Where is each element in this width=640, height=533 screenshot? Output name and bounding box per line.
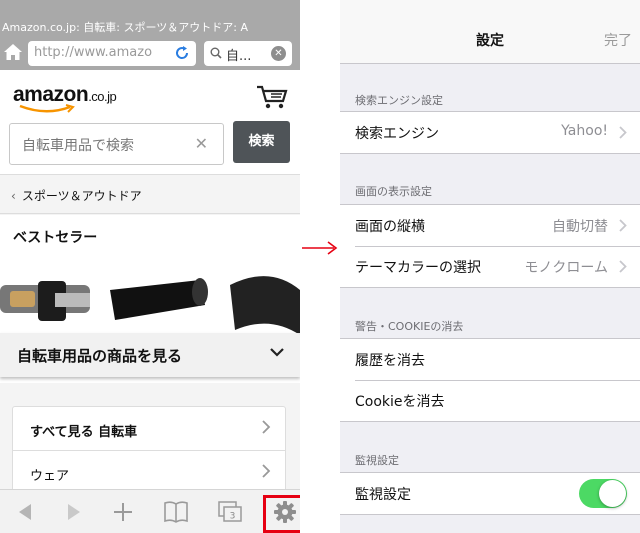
chevron-right-icon xyxy=(619,126,627,139)
gear-highlight-box xyxy=(263,495,300,533)
search-input[interactable]: 自... ✕ xyxy=(204,41,292,66)
breadcrumb[interactable]: ‹ スポーツ＆アウトドア xyxy=(0,174,300,214)
amazon-search-button[interactable]: 検索 xyxy=(233,121,290,163)
chevron-down-icon xyxy=(270,348,284,357)
page-title: Amazon.co.jp: 自転車: スポーツ＆アウトドア: A xyxy=(0,0,300,38)
bookmarks-icon[interactable] xyxy=(162,498,190,526)
settings-row-theme-color[interactable]: テーマカラーの選択 モノクローム xyxy=(340,246,640,287)
url-bar: http://www.amazo 自... ✕ xyxy=(0,38,300,70)
section-header: 画面の表示設定 xyxy=(355,185,432,198)
amazon-smile-icon xyxy=(19,104,75,113)
row-label: 画面の縦横 xyxy=(355,219,425,235)
cart-icon[interactable] xyxy=(256,84,288,110)
search-icon xyxy=(210,47,222,59)
settings-navbar: 設定 完了 xyxy=(340,0,640,64)
list-item-label: すべて見る 自転車 xyxy=(30,425,138,440)
settings-row-search-engine[interactable]: 検索エンジン Yahoo! xyxy=(340,112,640,153)
amazon-search: 自転車用品で検索 ✕ 検索 xyxy=(0,120,300,174)
chevron-right-icon xyxy=(619,260,627,273)
clear-icon[interactable]: ✕ xyxy=(195,134,208,153)
browser-screen: Amazon.co.jp: 自転車: スポーツ＆アウトドア: A http://… xyxy=(0,0,300,533)
chevron-left-icon: ‹ xyxy=(11,189,16,203)
row-label: 監視設定 xyxy=(355,487,411,503)
row-value: 自動切替 xyxy=(552,219,608,235)
row-label: テーマカラーの選択 xyxy=(355,260,481,276)
forward-icon[interactable] xyxy=(60,498,88,526)
settings-row-monitor: 監視設定 xyxy=(340,473,640,514)
amazon-search-placeholder: 自転車用品で検索 xyxy=(22,138,134,154)
settings-row-clear-history[interactable]: 履歴を消去 xyxy=(340,339,640,380)
row-value: モノクローム xyxy=(524,260,608,276)
see-products-button[interactable]: 自転車用品の商品を見る xyxy=(0,333,300,377)
chevron-right-icon xyxy=(262,464,271,478)
add-icon[interactable] xyxy=(109,498,137,526)
settings-row-orientation[interactable]: 画面の縦横 自動切替 xyxy=(340,205,640,246)
row-label: 履歴を消去 xyxy=(355,353,425,369)
settings-group-search: 検索エンジン Yahoo! xyxy=(340,111,640,154)
bestseller-title: ベストセラー xyxy=(13,230,98,246)
done-button[interactable]: 完了 xyxy=(604,30,632,50)
monitor-toggle[interactable] xyxy=(579,479,627,508)
settings-row-clear-cookie[interactable]: Cookieを消去 xyxy=(340,380,640,421)
url-text: http://www.amazo xyxy=(34,45,153,60)
search-text: 自... xyxy=(226,49,252,64)
tabs-icon[interactable]: 3 xyxy=(216,498,244,526)
back-icon[interactable] xyxy=(11,498,39,526)
list-item-label: ウェア xyxy=(30,469,70,484)
reload-icon[interactable] xyxy=(174,45,190,61)
see-products-label: 自転車用品の商品を見る xyxy=(17,347,183,365)
url-field[interactable]: http://www.amazo xyxy=(28,41,196,66)
chevron-right-icon xyxy=(619,219,627,232)
settings-group-monitor: 監視設定 xyxy=(340,472,640,515)
settings-group-clear: 履歴を消去 Cookieを消去 xyxy=(340,338,640,422)
settings-group-display: 画面の縦横 自動切替 テーマカラーの選択 モノクローム xyxy=(340,204,640,288)
section-header: 検索エンジン設定 xyxy=(355,94,443,107)
bestseller-section: ベストセラー 自転車用品の商品を見る xyxy=(0,215,300,383)
row-value: Yahoo! xyxy=(561,123,608,139)
section-header: 警告・COOKIEの消去 xyxy=(355,320,464,333)
tabs-count: 3 xyxy=(230,512,236,522)
home-icon[interactable] xyxy=(3,42,23,62)
settings-screen: 設定 完了 検索エンジン設定 検索エンジン Yahoo! 画面の表示設定 画面の… xyxy=(340,0,640,533)
section-header: 監視設定 xyxy=(355,454,399,467)
row-label: 検索エンジン xyxy=(355,126,439,142)
chevron-right-icon xyxy=(262,420,271,434)
toggle-knob xyxy=(599,480,626,507)
list-item[interactable]: すべて見る 自転車 xyxy=(13,407,285,451)
settings-title: 設定 xyxy=(476,33,504,49)
arrow-right-icon xyxy=(302,241,338,255)
browser-toolbar: 3 xyxy=(0,489,300,533)
category-list: すべて見る 自転車 ウェア xyxy=(12,406,286,496)
clear-icon[interactable]: ✕ xyxy=(271,46,286,61)
amazon-header: amazon.co.jp xyxy=(0,70,300,120)
breadcrumb-label: スポーツ＆アウトドア xyxy=(21,189,142,203)
amazon-search-input[interactable]: 自転車用品で検索 ✕ xyxy=(9,123,224,165)
row-label: Cookieを消去 xyxy=(355,394,445,410)
